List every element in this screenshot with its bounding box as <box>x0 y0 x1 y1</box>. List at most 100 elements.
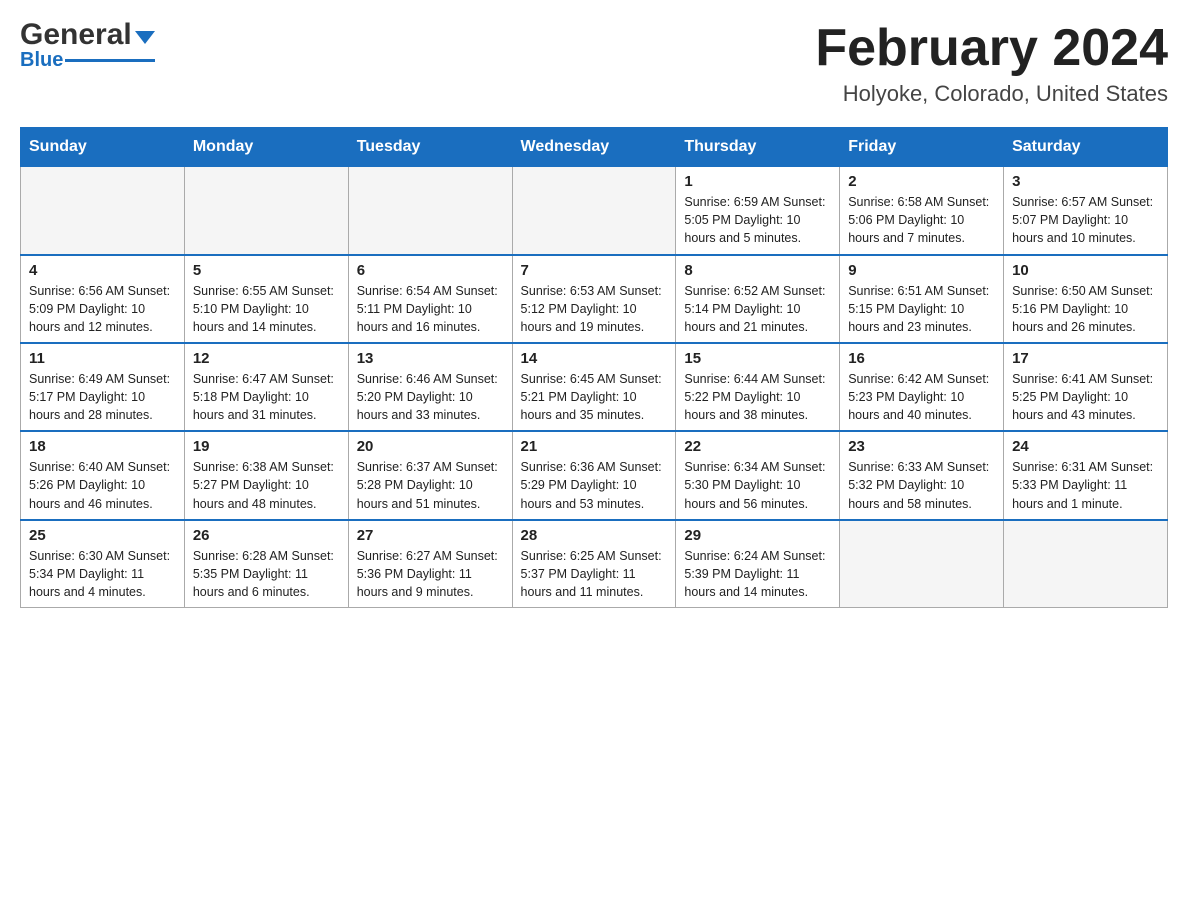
day-number: 3 <box>1012 173 1159 190</box>
day-info: Sunrise: 6:58 AM Sunset: 5:06 PM Dayligh… <box>848 193 995 247</box>
calendar-week-row: 25 Sunrise: 6:30 AM Sunset: 5:34 PM Dayli… <box>21 520 1168 608</box>
day-number: 4 <box>29 262 176 279</box>
calendar-cell: 24Sunrise: 6:31 AM Sunset: 5:33 PM Dayli… <box>1004 431 1168 519</box>
calendar-cell: 20 Sunrise: 6:37 AM Sunset: 5:28 PM Dayli… <box>348 431 512 519</box>
calendar-cell: 27Sunrise: 6:27 AM Sunset: 5:36 PM Dayli… <box>348 520 512 608</box>
day-number: 7 <box>521 262 668 279</box>
day-number: 1 <box>684 173 831 190</box>
calendar-cell: 5 Sunrise: 6:55 AM Sunset: 5:10 PM Daylig… <box>184 255 348 343</box>
day-info: Sunrise: 6:33 AM Sunset: 5:32 PM Dayligh… <box>848 458 995 512</box>
weekday-header-tuesday: Tuesday <box>348 128 512 167</box>
calendar-cell: 22 Sunrise: 6:34 AM Sunset: 5:30 PM Dayli… <box>676 431 840 519</box>
calendar-cell: 8 Sunrise: 6:52 AM Sunset: 5:14 PM Daylig… <box>676 255 840 343</box>
day-number: 20 <box>357 438 504 455</box>
calendar-cell: 18 Sunrise: 6:40 AM Sunset: 5:26 PM Dayli… <box>21 431 185 519</box>
calendar-cell: 28 Sunrise: 6:25 AM Sunset: 5:37 PM Dayli… <box>512 520 676 608</box>
day-number: 25 <box>29 527 176 544</box>
day-number: 22 <box>684 438 831 455</box>
day-info: Sunrise: 6:34 AM Sunset: 5:30 PM Dayligh… <box>684 458 831 512</box>
calendar-cell: 10 Sunrise: 6:50 AM Sunset: 5:16 PM Dayli… <box>1004 255 1168 343</box>
day-number: 15 <box>684 350 831 367</box>
day-info: Sunrise: 6:56 AM Sunset: 5:09 PM Dayligh… <box>29 282 176 336</box>
logo-triangle-icon <box>135 31 155 44</box>
day-number: 27 <box>357 527 504 544</box>
day-number: 5 <box>193 262 340 279</box>
day-number: 6 <box>357 262 504 279</box>
day-number: 11 <box>29 350 176 367</box>
day-number: 12 <box>193 350 340 367</box>
calendar-cell: 1 Sunrise: 6:59 AM Sunset: 5:05 PM Daylig… <box>676 167 840 255</box>
logo-general-text: General <box>20 20 132 50</box>
day-info: Sunrise: 6:36 AM Sunset: 5:29 PM Dayligh… <box>521 458 668 512</box>
day-info: Sunrise: 6:25 AM Sunset: 5:37 PM Dayligh… <box>521 547 668 601</box>
weekday-header-row: SundayMondayTuesdayWednesdayThursdayFrid… <box>21 128 1168 167</box>
day-number: 2 <box>848 173 995 190</box>
weekday-header-friday: Friday <box>840 128 1004 167</box>
day-number: 8 <box>684 262 831 279</box>
day-number: 18 <box>29 438 176 455</box>
calendar-cell <box>840 520 1004 608</box>
calendar-cell <box>21 167 185 255</box>
calendar-cell: 16 Sunrise: 6:42 AM Sunset: 5:23 PM Dayli… <box>840 343 1004 431</box>
month-title: February 2024 <box>815 20 1168 77</box>
day-number: 21 <box>521 438 668 455</box>
calendar-cell: 23 Sunrise: 6:33 AM Sunset: 5:32 PM Dayli… <box>840 431 1004 519</box>
calendar-cell: 25 Sunrise: 6:30 AM Sunset: 5:34 PM Dayli… <box>21 520 185 608</box>
calendar-cell <box>512 167 676 255</box>
weekday-header-monday: Monday <box>184 128 348 167</box>
day-number: 17 <box>1012 350 1159 367</box>
calendar-cell: 11 Sunrise: 6:49 AM Sunset: 5:17 PM Dayli… <box>21 343 185 431</box>
title-section: February 2024 Holyoke, Colorado, United … <box>815 20 1168 107</box>
day-info: Sunrise: 6:59 AM Sunset: 5:05 PM Dayligh… <box>684 193 831 247</box>
calendar-week-row: 11 Sunrise: 6:49 AM Sunset: 5:17 PM Dayli… <box>21 343 1168 431</box>
day-info: Sunrise: 6:41 AM Sunset: 5:25 PM Dayligh… <box>1012 370 1159 424</box>
logo-underbar <box>65 59 154 62</box>
day-info: Sunrise: 6:45 AM Sunset: 5:21 PM Dayligh… <box>521 370 668 424</box>
day-info: Sunrise: 6:40 AM Sunset: 5:26 PM Dayligh… <box>29 458 176 512</box>
calendar-cell <box>1004 520 1168 608</box>
calendar-cell: 9 Sunrise: 6:51 AM Sunset: 5:15 PM Daylig… <box>840 255 1004 343</box>
day-info: Sunrise: 6:30 AM Sunset: 5:34 PM Dayligh… <box>29 547 176 601</box>
day-number: 10 <box>1012 262 1159 279</box>
day-info: Sunrise: 6:31 AM Sunset: 5:33 PM Dayligh… <box>1012 458 1159 512</box>
day-info: Sunrise: 6:24 AM Sunset: 5:39 PM Dayligh… <box>684 547 831 601</box>
calendar-cell: 19Sunrise: 6:38 AM Sunset: 5:27 PM Dayli… <box>184 431 348 519</box>
day-number: 13 <box>357 350 504 367</box>
calendar-cell <box>348 167 512 255</box>
calendar-cell: 15Sunrise: 6:44 AM Sunset: 5:22 PM Dayli… <box>676 343 840 431</box>
logo-blue-text: Blue <box>20 50 63 70</box>
day-info: Sunrise: 6:51 AM Sunset: 5:15 PM Dayligh… <box>848 282 995 336</box>
calendar-week-row: 18 Sunrise: 6:40 AM Sunset: 5:26 PM Dayli… <box>21 431 1168 519</box>
day-info: Sunrise: 6:42 AM Sunset: 5:23 PM Dayligh… <box>848 370 995 424</box>
day-info: Sunrise: 6:57 AM Sunset: 5:07 PM Dayligh… <box>1012 193 1159 247</box>
day-number: 23 <box>848 438 995 455</box>
day-number: 9 <box>848 262 995 279</box>
weekday-header-sunday: Sunday <box>21 128 185 167</box>
calendar-cell: 7Sunrise: 6:53 AM Sunset: 5:12 PM Daylig… <box>512 255 676 343</box>
day-number: 16 <box>848 350 995 367</box>
day-info: Sunrise: 6:47 AM Sunset: 5:18 PM Dayligh… <box>193 370 340 424</box>
logo: General Blue <box>20 20 155 70</box>
day-info: Sunrise: 6:37 AM Sunset: 5:28 PM Dayligh… <box>357 458 504 512</box>
calendar-table: SundayMondayTuesdayWednesdayThursdayFrid… <box>20 127 1168 608</box>
calendar-week-row: 1 Sunrise: 6:59 AM Sunset: 5:05 PM Daylig… <box>21 167 1168 255</box>
calendar-week-row: 4 Sunrise: 6:56 AM Sunset: 5:09 PM Daylig… <box>21 255 1168 343</box>
calendar-cell: 29Sunrise: 6:24 AM Sunset: 5:39 PM Dayli… <box>676 520 840 608</box>
day-info: Sunrise: 6:52 AM Sunset: 5:14 PM Dayligh… <box>684 282 831 336</box>
calendar-cell: 6Sunrise: 6:54 AM Sunset: 5:11 PM Daylig… <box>348 255 512 343</box>
calendar-cell: 4 Sunrise: 6:56 AM Sunset: 5:09 PM Daylig… <box>21 255 185 343</box>
weekday-header-wednesday: Wednesday <box>512 128 676 167</box>
day-number: 26 <box>193 527 340 544</box>
day-info: Sunrise: 6:50 AM Sunset: 5:16 PM Dayligh… <box>1012 282 1159 336</box>
day-info: Sunrise: 6:38 AM Sunset: 5:27 PM Dayligh… <box>193 458 340 512</box>
weekday-header-thursday: Thursday <box>676 128 840 167</box>
calendar-cell: 21 Sunrise: 6:36 AM Sunset: 5:29 PM Dayli… <box>512 431 676 519</box>
day-info: Sunrise: 6:55 AM Sunset: 5:10 PM Dayligh… <box>193 282 340 336</box>
day-number: 14 <box>521 350 668 367</box>
day-info: Sunrise: 6:46 AM Sunset: 5:20 PM Dayligh… <box>357 370 504 424</box>
page-header: General Blue February 2024 Holyoke, Colo… <box>20 20 1168 107</box>
day-info: Sunrise: 6:49 AM Sunset: 5:17 PM Dayligh… <box>29 370 176 424</box>
calendar-cell: 12 Sunrise: 6:47 AM Sunset: 5:18 PM Dayli… <box>184 343 348 431</box>
day-number: 28 <box>521 527 668 544</box>
calendar-cell: 3 Sunrise: 6:57 AM Sunset: 5:07 PM Daylig… <box>1004 167 1168 255</box>
